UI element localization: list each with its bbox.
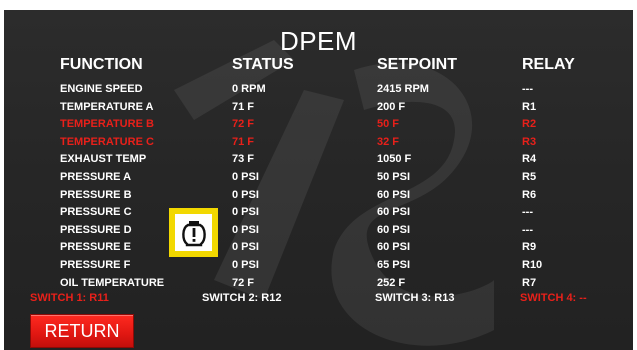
engine-warning-icon[interactable]	[169, 208, 218, 257]
table-row: PRESSURE A 0 PSI 50 PSI R5	[4, 171, 633, 185]
cell-status: 0 RPM	[232, 83, 266, 95]
cell-function: TEMPERATURE C	[60, 135, 154, 148]
cell-relay: R7	[522, 276, 537, 289]
cell-relay: R1	[522, 100, 537, 113]
cell-function: PRESSURE B	[60, 188, 132, 201]
dpem-screen: DPEM FUNCTION STATUS SETPOINT RELAY ENGI…	[4, 10, 633, 350]
cell-function: PRESSURE F	[60, 259, 131, 271]
cell-relay: ---	[522, 223, 533, 236]
cell-relay: ---	[522, 83, 533, 95]
cell-setpoint: 50 PSI	[377, 171, 411, 183]
table-row: PRESSURE D 0 PSI 60 PSI ---	[4, 224, 633, 238]
cell-status: 0 PSI	[232, 259, 259, 271]
cell-setpoint: 60 PSI	[377, 223, 411, 236]
cell-relay: R10	[522, 259, 543, 271]
table-row: PRESSURE B 0 PSI 60 PSI R6	[4, 189, 633, 203]
switch-1-label: SWITCH 1: R11	[30, 292, 109, 304]
cell-status: 72 F	[232, 276, 255, 289]
cell-function: EXHAUST TEMP	[60, 153, 147, 166]
cell-relay: R2	[522, 118, 537, 131]
header-relay: RELAY	[522, 56, 575, 73]
table-row: ENGINE SPEED 0 RPM 2415 RPM ---	[4, 83, 633, 97]
table-row: TEMPERATURE C 71 F 32 F R3	[4, 136, 633, 150]
switch-2-label: SWITCH 2: R12	[202, 292, 282, 304]
cell-relay: R6	[522, 188, 537, 201]
cell-status: 71 F	[232, 135, 255, 148]
cell-status: 0 PSI	[232, 223, 259, 236]
cell-status: 0 PSI	[232, 206, 259, 219]
cell-setpoint: 50 F	[377, 118, 400, 131]
cell-relay: R4	[522, 153, 537, 166]
table-row: TEMPERATURE A 71 F 200 F R1	[4, 101, 633, 115]
switch-3-label: SWITCH 3: R13	[375, 292, 455, 304]
cell-setpoint: 32 F	[377, 135, 400, 148]
table-row: TEMPERATURE B 72 F 50 F R2	[4, 118, 633, 132]
cell-relay: ---	[522, 206, 533, 219]
cell-status: 0 PSI	[232, 188, 259, 201]
switch-4-label: SWITCH 4: --	[520, 292, 587, 304]
cell-setpoint: 60 PSI	[377, 241, 411, 254]
table-row: PRESSURE F 0 PSI 65 PSI R10	[4, 259, 633, 273]
cell-function: PRESSURE C	[60, 206, 132, 219]
cell-function: PRESSURE E	[60, 241, 131, 254]
cell-function: PRESSURE D	[60, 223, 132, 236]
cell-relay: R9	[522, 241, 537, 254]
cell-relay: R3	[522, 135, 537, 148]
cell-function: PRESSURE A	[60, 171, 132, 183]
warning-icon-face	[175, 214, 212, 251]
exclamation-icon	[181, 220, 206, 246]
cell-setpoint: 252 F	[377, 276, 406, 289]
page-title: DPEM	[279, 26, 358, 56]
cell-setpoint: 65 PSI	[377, 259, 411, 271]
cell-function: TEMPERATURE B	[60, 118, 154, 131]
header-function: FUNCTION	[60, 56, 143, 73]
table-row: OIL TEMPERATURE 72 F 252 F R7	[4, 277, 633, 291]
cell-status: 0 PSI	[232, 241, 259, 254]
cell-function: ENGINE SPEED	[60, 83, 143, 95]
header-status: STATUS	[232, 56, 294, 73]
cell-function: OIL TEMPERATURE	[60, 276, 165, 289]
table-row: PRESSURE C 0 PSI 60 PSI ---	[4, 206, 633, 220]
cell-setpoint: 60 PSI	[377, 206, 411, 219]
cell-setpoint: 1050 F	[377, 153, 412, 166]
cell-relay: R5	[522, 171, 537, 183]
table-row: PRESSURE E 0 PSI 60 PSI R9	[4, 241, 633, 255]
return-button[interactable]: RETURN	[30, 314, 134, 348]
cell-status: 0 PSI	[232, 171, 259, 183]
header-setpoint: SETPOINT	[377, 56, 458, 73]
table-row: EXHAUST TEMP 73 F 1050 F R4	[4, 153, 633, 167]
cell-status: 73 F	[232, 153, 255, 166]
cell-setpoint: 2415 RPM	[377, 83, 429, 95]
cell-setpoint: 60 PSI	[377, 188, 411, 201]
cell-function: TEMPERATURE A	[60, 100, 154, 113]
cell-setpoint: 200 F	[377, 100, 406, 113]
cell-status: 72 F	[232, 118, 255, 131]
cell-status: 71 F	[232, 100, 255, 113]
